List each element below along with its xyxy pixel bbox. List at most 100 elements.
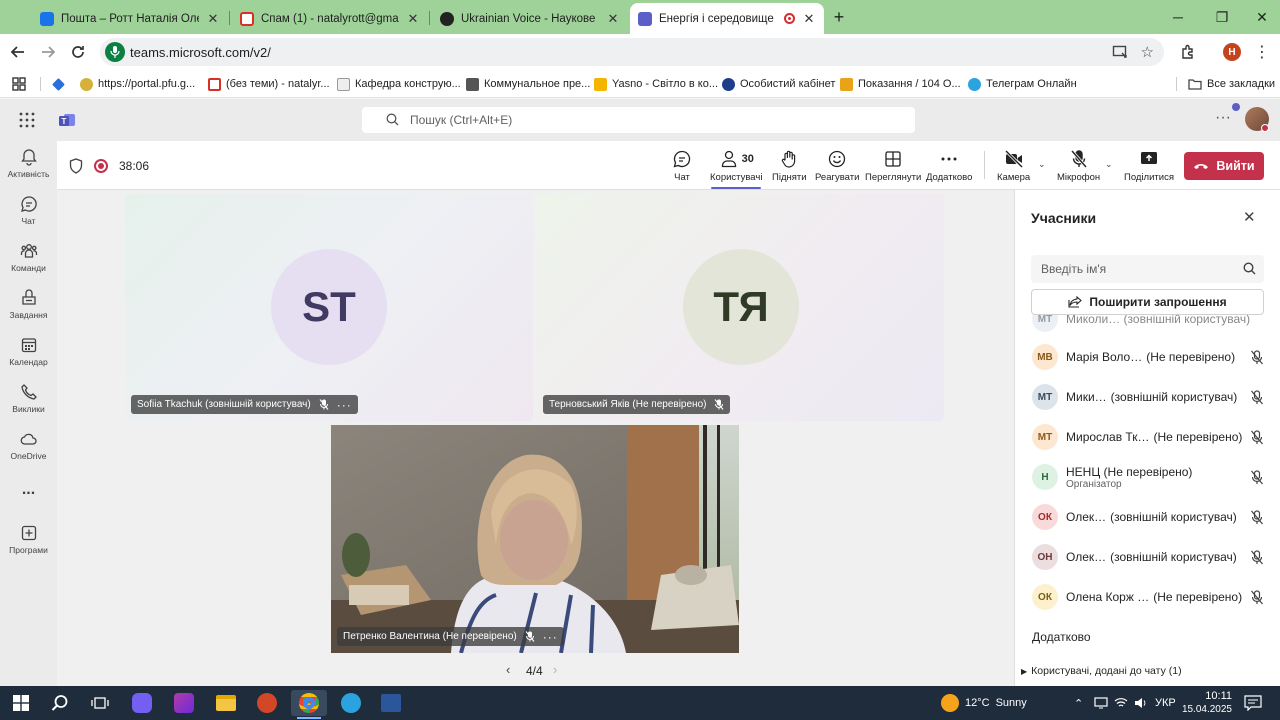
bookmark-star-icon[interactable]: ☆ (1141, 43, 1154, 61)
clock[interactable]: 10:11 15.04.2025 (1182, 686, 1232, 720)
bookmark-item[interactable]: Телеграм Онлайн (968, 76, 1077, 92)
close-tab-icon[interactable]: ✕ (406, 11, 420, 27)
bookmark-item[interactable]: Коммунальное пре... (466, 76, 590, 92)
install-app-icon[interactable] (1112, 44, 1128, 60)
participant-search-input[interactable]: Введіть ім'я (1031, 255, 1264, 283)
people-button[interactable]: 30 Користувачі (710, 149, 762, 189)
show-hidden-icons-chevron-up-icon[interactable]: ⌃ (1074, 686, 1083, 720)
more-options-icon[interactable]: ··· (1215, 109, 1231, 127)
maximize-button[interactable]: ❐ (1208, 6, 1236, 28)
close-window-button[interactable]: ✕ (1248, 6, 1276, 28)
network-icon[interactable] (1094, 686, 1108, 720)
start-button[interactable] (6, 690, 36, 716)
bookmark-item[interactable]: Особистий кабінет (722, 76, 835, 92)
weather-widget[interactable]: 12°C Sunny (941, 686, 1027, 720)
viber-icon (132, 693, 152, 713)
browser-tab-ukrainian-voice[interactable]: Ukrainian Voice - Наукове реда ✕ (432, 5, 628, 32)
app-pinned[interactable] (169, 690, 199, 716)
close-tab-icon[interactable]: ✕ (802, 11, 816, 27)
chat-button[interactable]: Чат (672, 149, 692, 183)
chrome-menu-icon[interactable]: ⋮ (1251, 41, 1273, 63)
tile-more-icon[interactable]: ··· (543, 630, 558, 644)
search-icon (1243, 262, 1256, 275)
camera-button[interactable]: Камера (997, 149, 1030, 183)
participant-tile[interactable]: ST Sofiia Tkachuk (зовнішній користувач)… (125, 194, 533, 421)
participant-tile[interactable]: ТЯ Терновський Яків (Не перевірено) (537, 194, 944, 421)
wifi-icon[interactable] (1114, 686, 1128, 720)
share-invite-button[interactable]: Поширити запрошення (1031, 289, 1264, 315)
volume-icon[interactable] (1134, 686, 1148, 720)
extensions-icon[interactable] (1177, 41, 1199, 63)
taskbar-search-button[interactable] (45, 690, 75, 716)
search-icon (51, 695, 68, 711)
prev-page-chevron-left-icon[interactable]: ‹ (506, 662, 510, 677)
participant-row[interactable]: МТ Мирослав Тк… (Не перевірено) (1032, 420, 1264, 454)
rail-item-activity[interactable]: Активність (0, 141, 57, 185)
bookmark-dropbox[interactable] (52, 76, 65, 92)
browser-tab-teams[interactable]: Енергія і середовище | Mic ✕ (630, 3, 824, 34)
calendar-icon (21, 337, 36, 352)
minimize-button[interactable]: ─ (1164, 6, 1192, 28)
react-button[interactable]: Реагувати (815, 149, 859, 183)
word-app[interactable] (376, 690, 406, 716)
camera-options-chevron-down-icon[interactable]: ⌄ (1038, 159, 1046, 170)
participant-row[interactable]: МВ Марія Воло… (Не перевірено) (1032, 340, 1264, 374)
close-panel-icon[interactable]: ✕ (1243, 208, 1256, 226)
more-button[interactable]: Додатково (926, 149, 972, 183)
participant-video-tile[interactable]: Петренко Валентина (Не перевірено) ··· (331, 425, 739, 653)
view-button[interactable]: Переглянути (865, 149, 921, 183)
mic-button[interactable]: Мікрофон (1057, 149, 1100, 183)
apps-grid-icon[interactable] (12, 76, 26, 92)
participant-row[interactable]: ОК Олена Корж … (Не перевірено) (1032, 580, 1264, 614)
shield-icon[interactable] (69, 158, 83, 174)
teams-search-input[interactable]: Пошук (Ctrl+Alt+E) (362, 107, 915, 133)
bookmark-item[interactable]: Yasno - Світло в ко... (594, 76, 718, 92)
all-bookmarks[interactable]: Все закладки (1188, 76, 1275, 92)
share-button[interactable]: Поділитися (1124, 149, 1174, 183)
site-info-icon[interactable] (105, 42, 125, 62)
rail-item-teams[interactable]: Команди (0, 235, 57, 279)
participant-row[interactable]: ОК Олек… (зовнішній користувач) (1032, 500, 1264, 534)
profile-avatar[interactable]: Н (1221, 41, 1243, 63)
participant-row[interactable]: ОН Олек… (зовнішній користувач) (1032, 540, 1264, 574)
close-tab-icon[interactable]: ✕ (606, 11, 620, 27)
language-indicator[interactable]: УКР (1155, 686, 1176, 720)
reload-button[interactable] (67, 41, 89, 63)
bookmark-item[interactable]: (без теми) - natalyr... (208, 76, 330, 92)
raise-hand-button[interactable]: Підняти (772, 149, 807, 183)
bookmark-item[interactable]: Кафедра конструю... (337, 76, 461, 92)
app-launcher-icon[interactable] (19, 112, 35, 128)
rail-item-calendar[interactable]: Календар (0, 329, 57, 373)
task-view-button[interactable] (85, 690, 115, 716)
address-bar[interactable]: teams.microsoft.com/v2/ ☆ (100, 38, 1164, 66)
add-apps-icon (21, 525, 36, 540)
next-page-chevron-right-icon[interactable]: › (553, 662, 557, 677)
powerpoint-app[interactable] (252, 690, 282, 716)
notifications-icon[interactable] (1244, 686, 1262, 720)
telegram-app[interactable] (336, 690, 366, 716)
close-tab-icon[interactable]: ✕ (206, 11, 220, 27)
chat-added-section[interactable]: ▶ Користувачі, додані до чату (1) (1021, 665, 1182, 677)
tile-more-icon[interactable]: ··· (337, 398, 352, 412)
rail-item-chat[interactable]: Чат (0, 188, 57, 232)
participant-row[interactable]: МТ Мики… (зовнішній користувач) (1032, 380, 1264, 414)
rail-item-calls[interactable]: Виклики (0, 376, 57, 420)
rail-item-apps[interactable]: Програми (0, 517, 57, 561)
forward-button[interactable] (37, 41, 59, 63)
browser-tab-gmail[interactable]: Спам (1) - natalyrott@gmail.co ✕ (232, 5, 428, 32)
new-tab-button[interactable]: + (825, 6, 853, 28)
rail-item-onedrive[interactable]: OneDrive (0, 423, 57, 467)
browser-tab-mail[interactable]: Пошта – Ротт Наталія Олександ ✕ (32, 5, 228, 32)
rail-more-button[interactable]: ... (0, 468, 57, 512)
participant-row[interactable]: Н НЕНЦ (Не перевірено) Організатор (1032, 460, 1264, 494)
back-button[interactable] (7, 41, 29, 63)
file-explorer-app[interactable] (211, 690, 241, 716)
chrome-app-active[interactable] (291, 690, 327, 716)
mic-options-chevron-down-icon[interactable]: ⌄ (1105, 159, 1113, 170)
page-icon (466, 77, 479, 91)
rail-item-tasks[interactable]: Завдання (0, 282, 57, 326)
viber-app[interactable] (127, 690, 157, 716)
bookmark-item[interactable]: Показання / 104 О... (840, 76, 961, 92)
leave-button[interactable]: Вийти (1184, 152, 1264, 180)
bookmark-item[interactable]: https://portal.pfu.g... (80, 76, 195, 92)
